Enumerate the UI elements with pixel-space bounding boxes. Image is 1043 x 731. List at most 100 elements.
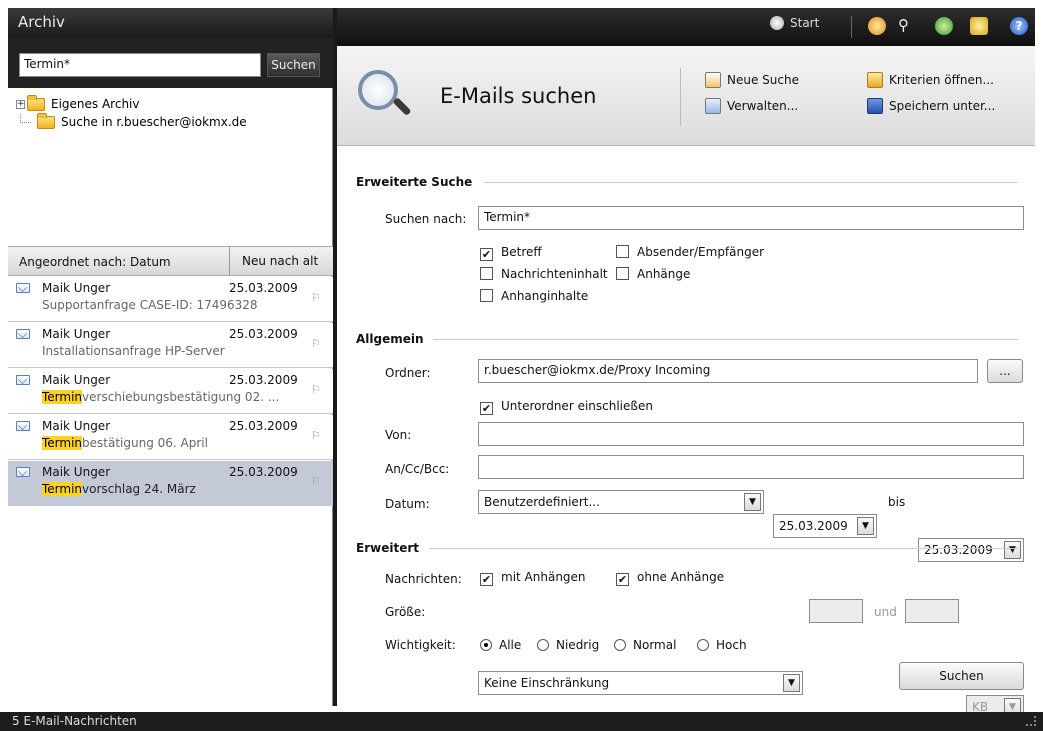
browse-folder-button[interactable]: ...	[987, 359, 1023, 383]
archive-icon[interactable]	[868, 17, 886, 35]
folder-input[interactable]: r.buescher@iokmx.de/Proxy Incoming	[478, 359, 978, 383]
search-for-input[interactable]: Termin*	[478, 206, 1024, 230]
manage-button[interactable]: Verwalten...	[705, 98, 798, 114]
flag-icon[interactable]: ⚐	[311, 383, 323, 396]
importance-normal-label: Normal	[633, 638, 677, 652]
flag-icon[interactable]: ⚐	[311, 291, 323, 304]
importance-all-label: Alle	[499, 638, 522, 652]
mail-list-item[interactable]: Maik Unger 25.03.2009 Installationsanfra…	[8, 323, 333, 368]
mail-subject: Supportanfrage CASE-ID: 17496328	[42, 298, 258, 312]
archive-search-button[interactable]: Suchen	[267, 53, 320, 77]
with-attachments-checkbox[interactable]: ✔ mit Anhängen	[480, 570, 586, 586]
archive-title: Archiv	[8, 8, 333, 38]
subject-rest: vorschlag 24. März	[82, 482, 196, 496]
mail-from: Maik Unger	[42, 281, 111, 295]
date-from-select[interactable]: 25.03.2009 ▼	[773, 514, 877, 538]
date-to-select[interactable]: 25.03.2009 ▼	[918, 538, 1024, 562]
list-icon	[705, 98, 721, 114]
chevron-down-icon[interactable]: ▼	[857, 517, 874, 535]
section-title-extended: Erweitert	[356, 541, 419, 555]
sort-order-toggle[interactable]: Neu nach alt	[229, 247, 333, 275]
section-divider	[433, 339, 1018, 340]
new-search-icon	[705, 72, 721, 88]
status-bar: 5 E-Mail-Nachrichten	[0, 712, 1043, 731]
magnifier-icon	[358, 70, 398, 110]
size-label: Größe:	[385, 605, 426, 619]
flag-icon[interactable]: ⚐	[311, 429, 323, 442]
chevron-down-icon[interactable]: ▼	[1004, 541, 1021, 559]
section-title-general: Allgemein	[356, 332, 424, 346]
attachments-checkbox[interactable]: Anhänge	[616, 267, 690, 281]
start-button[interactable]: Start	[770, 16, 819, 30]
mail-list-item[interactable]: Maik Unger 25.03.2009 Terminverschiebung…	[8, 369, 333, 414]
importance-low-label: Niedrig	[556, 638, 600, 652]
date-label: Datum:	[385, 497, 430, 511]
mail-from: Maik Unger	[42, 327, 111, 341]
search-icon[interactable]: ⚲	[898, 16, 909, 34]
message-count: 5 E-Mail-Nachrichten	[12, 714, 137, 728]
flag-icon[interactable]: ⚐	[311, 475, 323, 488]
folder-label: Ordner:	[385, 366, 431, 380]
subject-checkbox[interactable]: ✔ Betreff	[480, 245, 542, 261]
archive-search-input[interactable]: Termin*	[19, 53, 261, 77]
mail-date: 25.03.2009	[229, 373, 298, 387]
mail-list-item-selected[interactable]: Maik Unger 25.03.2009 Terminvorschlag 24…	[8, 461, 333, 506]
section-title-advanced: Erweiterte Suche	[356, 175, 473, 189]
importance-label: Wichtigkeit:	[385, 638, 456, 652]
save-as-button[interactable]: Speichern unter...	[867, 98, 995, 114]
help-icon[interactable]: ?	[1010, 17, 1028, 35]
content-checkbox[interactable]: Nachrichteninhalt	[480, 267, 608, 281]
importance-low-radio[interactable]: Niedrig	[537, 638, 599, 652]
without-attachments-checkbox[interactable]: ✔ ohne Anhänge	[616, 570, 724, 586]
mail-date: 25.03.2009	[229, 465, 298, 479]
expand-icon[interactable]: +	[16, 99, 25, 109]
include-subfolders-checkbox[interactable]: ✔ Unterordner einschließen	[480, 399, 653, 415]
settings-icon[interactable]	[970, 17, 988, 35]
recipients-input[interactable]	[478, 455, 1024, 479]
new-search-button[interactable]: Neue Suche	[705, 72, 799, 88]
from-input[interactable]	[478, 422, 1024, 446]
toolbar-divider	[851, 16, 852, 38]
chevron-down-icon[interactable]: ▼	[744, 493, 761, 511]
importance-high-radio[interactable]: Hoch	[697, 638, 747, 652]
importance-all-radio[interactable]: Alle	[480, 638, 521, 652]
importance-normal-radio[interactable]: Normal	[614, 638, 676, 652]
content-option-label: Nachrichteninhalt	[501, 267, 608, 281]
sort-by-label[interactable]: Angeordnet nach: Datum	[19, 255, 171, 269]
radio-unselected	[697, 639, 709, 651]
chevron-down-icon[interactable]: ▼	[783, 674, 800, 692]
open-criteria-button[interactable]: Kriterien öffnen...	[867, 72, 994, 88]
mail-subject: Terminverschiebungsbestätigung 02. ...	[42, 390, 279, 404]
flag-icon[interactable]: ⚐	[311, 337, 323, 350]
date-mode-select[interactable]: Benutzerdefiniert... ▼	[478, 490, 764, 514]
checkbox-unchecked	[616, 245, 629, 258]
envelope-icon	[16, 421, 30, 431]
mail-list-item[interactable]: Maik Unger 25.03.2009 Supportanfrage CAS…	[8, 277, 333, 322]
date-to-value: 25.03.2009	[924, 543, 993, 557]
checkbox-unchecked	[480, 267, 493, 280]
tree-item-label: Suche in r.buescher@iokmx.de	[61, 115, 247, 129]
mail-from: Maik Unger	[42, 419, 111, 433]
size-max-input[interactable]	[905, 599, 959, 623]
size-min-input[interactable]	[809, 599, 863, 623]
page-title: E-Mails suchen	[440, 84, 597, 108]
submit-search-button[interactable]: Suchen	[899, 662, 1024, 690]
start-label: Start	[790, 16, 820, 30]
radio-selected	[480, 639, 492, 651]
tree-connector	[20, 113, 31, 123]
subject-rest: Supportanfrage CASE-ID: 17496328	[42, 298, 258, 312]
sender-checkbox[interactable]: Absender/Empfänger	[616, 245, 764, 259]
open-criteria-label: Kriterien öffnen...	[889, 73, 994, 87]
size-select[interactable]: Keine Einschränkung ▼	[478, 671, 803, 695]
mail-list-item[interactable]: Maik Unger 25.03.2009 Terminbestätigung …	[8, 415, 333, 460]
attachment-content-checkbox[interactable]: Anhanginhalte	[480, 289, 588, 303]
und-label: und	[874, 605, 897, 619]
tree-item-own-archive[interactable]: + Eigenes Archiv	[16, 94, 247, 113]
header-divider	[680, 68, 681, 126]
resize-grip-icon[interactable]	[1026, 716, 1036, 726]
date-from-value: 25.03.2009	[779, 519, 848, 533]
restore-icon[interactable]	[935, 17, 953, 35]
envelope-icon	[16, 467, 30, 477]
mail-subject: Terminvorschlag 24. März	[42, 482, 196, 496]
tree-item-search[interactable]: Suche in r.buescher@iokmx.de	[16, 112, 247, 131]
